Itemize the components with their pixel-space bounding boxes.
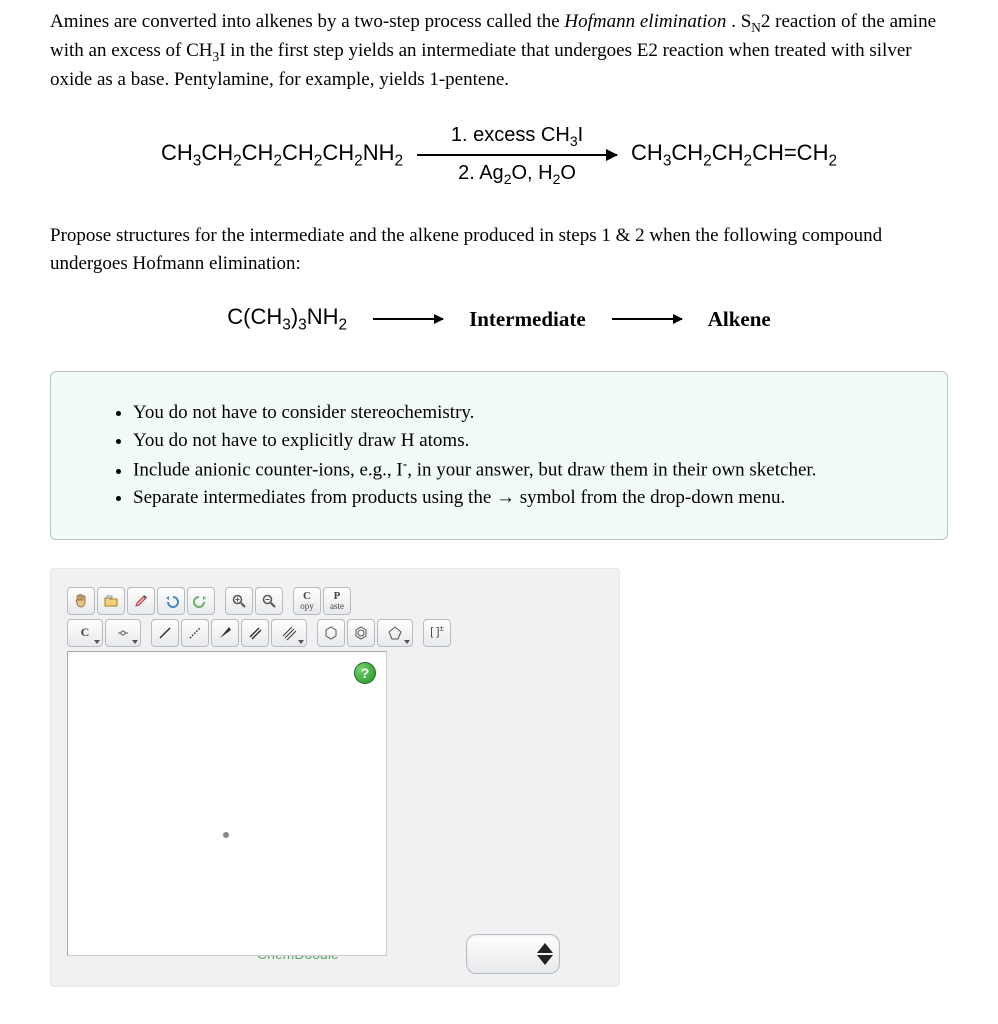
element-picker-button[interactable]: C <box>67 619 103 647</box>
arrow-icon <box>612 318 682 320</box>
zoom-out-button[interactable] <box>255 587 283 615</box>
atom-tool-button[interactable] <box>105 619 141 647</box>
molecule-stepper[interactable] <box>466 934 560 974</box>
toolbar-row-2: C <box>67 619 603 647</box>
intermediate-label: Intermediate <box>469 304 586 334</box>
chevron-down-icon <box>404 640 410 644</box>
chemdoodle-sketcher: C opy P aste C <box>50 568 620 987</box>
toolbar-row-1: C opy P aste <box>67 587 603 615</box>
recessed-bond-button[interactable] <box>181 619 209 647</box>
reaction-scheme-example: CH3CH2CH2CH2CH2NH2 1. excess CH3I 2. Ag2… <box>50 118 948 193</box>
ring-picker-button[interactable] <box>377 619 413 647</box>
chevron-down-icon <box>94 640 100 644</box>
hint-item: You do not have to consider stereochemis… <box>133 400 913 426</box>
reactant-formula: CH3CH2CH2CH2CH2NH2 <box>161 137 403 173</box>
benzene-button[interactable] <box>347 619 375 647</box>
single-bond-button[interactable] <box>151 619 179 647</box>
intro-italic: Hofmann elimination <box>564 11 726 32</box>
cyclohexane-button[interactable] <box>317 619 345 647</box>
drawing-canvas[interactable]: ? <box>67 651 387 956</box>
reaction-scheme-question: C(CH3)3NH2 Intermediate Alkene <box>50 301 948 337</box>
stepper-down-button[interactable] <box>537 955 553 965</box>
triple-bond-button[interactable] <box>271 619 307 647</box>
paste-button[interactable]: P aste <box>323 587 351 615</box>
pencil-tool-button[interactable] <box>127 587 155 615</box>
open-tool-button[interactable] <box>97 587 125 615</box>
chevron-down-icon <box>132 640 138 644</box>
condition-1: 1. excess CH3I <box>451 118 583 154</box>
intro-text: Amines are converted into alkenes by a t… <box>50 11 564 32</box>
redo-button[interactable] <box>187 587 215 615</box>
stepper-up-button[interactable] <box>537 943 553 953</box>
double-bond-button[interactable] <box>241 619 269 647</box>
hint-item: You do not have to explicitly draw H ato… <box>133 428 913 454</box>
help-button[interactable]: ? <box>354 662 376 684</box>
canvas-start-dot-icon <box>223 832 229 838</box>
condition-2: 2. Ag2O, H2O <box>458 156 576 192</box>
sn2-sub: N <box>751 20 761 35</box>
wedge-bond-button[interactable] <box>211 619 239 647</box>
hand-tool-button[interactable] <box>67 587 95 615</box>
charge-button[interactable]: [ ]± <box>423 619 451 647</box>
product-formula: CH3CH2CH2CH=CH2 <box>631 137 837 173</box>
copy-button[interactable]: C opy <box>293 587 321 615</box>
undo-button[interactable] <box>157 587 185 615</box>
question-text: Propose structures for the intermediate … <box>50 222 948 277</box>
chevron-down-icon <box>298 640 304 644</box>
intro-text: . S <box>731 11 751 32</box>
zoom-in-button[interactable] <box>225 587 253 615</box>
instruction-box: You do not have to consider stereochemis… <box>50 371 948 540</box>
reaction-arrow: 1. excess CH3I 2. Ag2O, H2O <box>417 118 617 193</box>
intro-paragraph: Amines are converted into alkenes by a t… <box>50 8 948 94</box>
hint-item: Include anionic counter-ions, e.g., I-, … <box>133 455 913 483</box>
arrow-icon <box>373 318 443 320</box>
starting-material: C(CH3)3NH2 <box>227 301 347 337</box>
arrow-line-icon <box>417 154 617 156</box>
alkene-label: Alkene <box>708 304 771 334</box>
hint-item: Separate intermediates from products usi… <box>133 485 913 511</box>
